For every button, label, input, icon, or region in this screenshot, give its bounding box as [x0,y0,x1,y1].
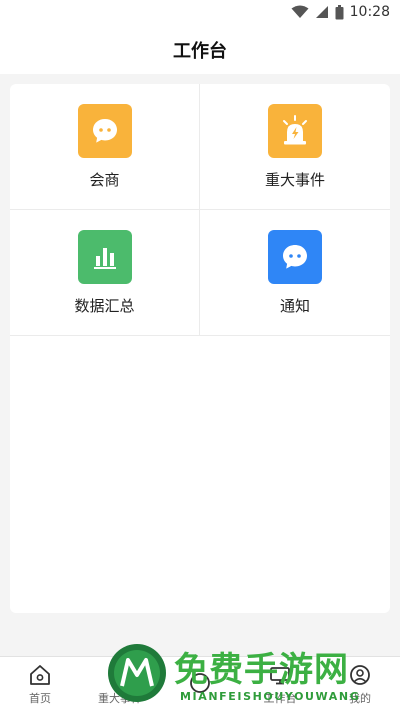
nav-label: 我的 [349,691,371,705]
bottom-nav: 首页 重大事件 工作台 我的 [0,656,400,711]
function-grid: 会商 重大事件 数据汇总 通知 [10,84,390,336]
tile-label: 数据汇总 [74,296,135,315]
wifi-icon [291,5,309,18]
nav-item-profile[interactable]: 我的 [320,657,400,711]
nav-item-home[interactable]: 首页 [0,657,80,711]
status-icons: 10:28 [291,4,390,20]
tile-major-event[interactable]: 重大事件 [200,84,390,210]
nav-label: 首页 [29,691,51,705]
alarm-light-icon [268,103,322,158]
tile-consultation[interactable]: 会商 [10,84,200,210]
nav-label: 重大事件 [98,691,142,705]
nav-item-center[interactable] [160,657,240,711]
home-icon [30,664,50,685]
battery-icon [335,4,344,19]
tile-label: 通知 [279,296,310,315]
event-icon [111,665,129,685]
page-title: 工作台 [173,41,227,62]
bar-chart-icon [77,229,132,284]
workbench-icon [270,666,290,684]
nav-label: 工作台 [263,691,297,705]
tile-notice[interactable]: 通知 [200,210,390,336]
status-bar: 10:28 [0,0,400,26]
status-time: 10:28 [349,4,390,20]
nav-item-workbench[interactable]: 工作台 [240,657,320,711]
header: 工作台 [0,26,400,74]
message-icon [268,229,322,284]
profile-icon [350,664,370,685]
function-card: 会商 重大事件 数据汇总 通知 [10,84,390,613]
signal-icon [315,6,328,18]
tile-label: 重大事件 [264,170,325,189]
tile-label: 会商 [89,170,120,189]
chat-bubble-icon [77,103,132,158]
tile-data-summary[interactable]: 数据汇总 [10,210,200,336]
center-icon [190,672,210,693]
nav-item-major-event[interactable]: 重大事件 [80,657,160,711]
